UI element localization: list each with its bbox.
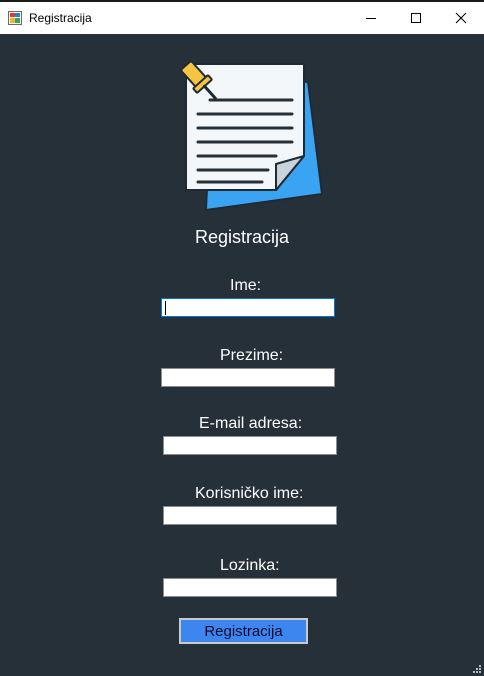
email-label: E-mail adresa:: [199, 415, 303, 432]
minimize-button[interactable]: [348, 2, 394, 34]
title-bar: Registracija: [0, 0, 484, 34]
registration-panel: Registracija Ime: Prezime: E-mail adresa…: [0, 34, 484, 676]
register-button[interactable]: Registracija: [179, 618, 308, 644]
close-button[interactable]: [438, 2, 484, 34]
minimize-icon: [366, 18, 376, 19]
password-field[interactable]: [163, 578, 337, 597]
text-caret: [165, 301, 166, 315]
password-label: Lozinka:: [220, 557, 280, 574]
page-title: Registracija: [194, 227, 290, 247]
maximize-button[interactable]: [393, 2, 439, 34]
username-field[interactable]: [163, 506, 337, 525]
first-name-label: Ime:: [230, 277, 262, 294]
maximize-icon: [411, 13, 421, 23]
username-label: Korisničko ime:: [195, 485, 304, 502]
last-name-field[interactable]: [161, 368, 335, 387]
window-title: Registracija: [29, 11, 92, 25]
close-icon: [455, 12, 467, 24]
document-pin-icon: [180, 60, 324, 212]
last-name-label: Prezime:: [220, 347, 284, 364]
app-form-icon[interactable]: [8, 11, 22, 25]
email-field[interactable]: [163, 436, 337, 455]
resize-grip-icon[interactable]: [472, 664, 482, 674]
first-name-field[interactable]: [161, 298, 335, 317]
